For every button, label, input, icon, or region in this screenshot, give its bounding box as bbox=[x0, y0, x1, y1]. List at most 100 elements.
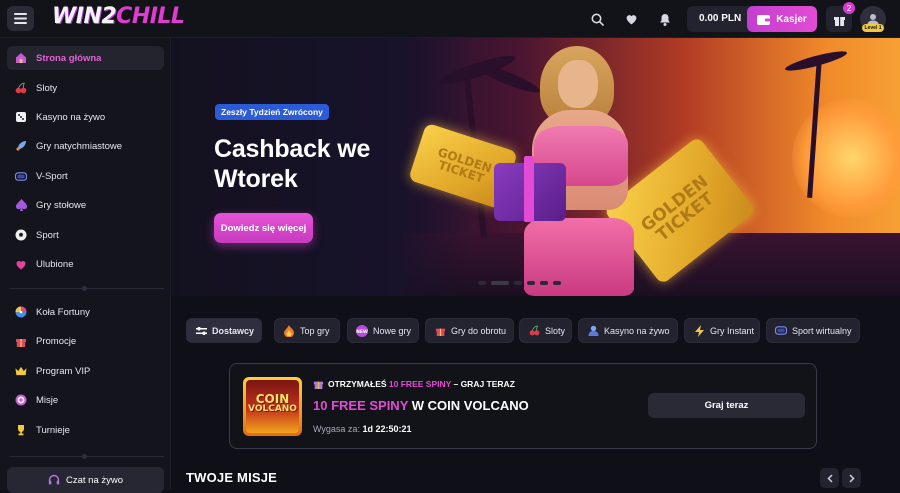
hero-title: Cashback we Wtorek bbox=[214, 135, 371, 193]
chevron-right-icon bbox=[848, 473, 855, 483]
sidebar-item-label: Ulubione bbox=[36, 258, 74, 270]
sidebar-item-vip[interactable]: Program VIP bbox=[7, 359, 164, 383]
missions-prev-button[interactable] bbox=[820, 468, 839, 488]
balance-amount: 0.00 PLN bbox=[699, 13, 742, 24]
sidebar-item-wheels[interactable]: Koła Fortuny bbox=[7, 300, 164, 324]
sidebar-item-label: Gry natychmiastowe bbox=[36, 140, 123, 152]
category-label: Dostawcy bbox=[212, 325, 255, 336]
thumbnail-title-line2: VOLCANO bbox=[248, 404, 297, 414]
sidebar-item-label: Sport bbox=[36, 229, 59, 241]
sidebar-item-missions[interactable]: Misje bbox=[7, 388, 164, 412]
category-label: Top gry bbox=[300, 325, 330, 336]
carousel-dot[interactable] bbox=[527, 281, 535, 285]
gift-icon bbox=[434, 325, 446, 337]
present-icon bbox=[313, 381, 324, 389]
lightning-icon bbox=[693, 324, 705, 337]
carousel-dot[interactable] bbox=[514, 281, 522, 285]
home-icon bbox=[15, 52, 27, 64]
live-chat-label: Czat na żywo bbox=[65, 474, 124, 486]
thumbnail-title: COIN VOLCANO bbox=[243, 393, 302, 414]
bell-icon bbox=[660, 13, 670, 26]
search-icon bbox=[591, 13, 604, 26]
cashier-label: Kasjer bbox=[776, 13, 807, 25]
category-wager-games[interactable]: Gry do obrotu bbox=[425, 318, 514, 343]
gift-button[interactable]: 2 bbox=[826, 2, 855, 32]
logo[interactable]: WIN2CHILL bbox=[52, 4, 185, 29]
sidebar-item-tournaments[interactable]: Turnieje bbox=[7, 418, 164, 442]
chevron-left-icon bbox=[826, 473, 833, 483]
category-new-games[interactable]: NEW Nowe gry bbox=[347, 318, 419, 343]
carousel-dot[interactable] bbox=[540, 281, 548, 285]
category-top-games[interactable]: Top gry bbox=[274, 318, 340, 343]
carousel-dot[interactable] bbox=[553, 281, 561, 285]
sidebar-item-label: V-Sport bbox=[36, 170, 68, 182]
search-button[interactable] bbox=[587, 9, 607, 29]
category-label: Nowe gry bbox=[373, 325, 412, 336]
gift-icon bbox=[15, 335, 27, 347]
expiry-countdown: 1d 22:50:21 bbox=[362, 424, 412, 434]
category-providers[interactable]: Dostawcy bbox=[186, 318, 262, 343]
carousel-dots bbox=[478, 281, 561, 285]
top-bar: WIN2CHILL 0.00 PLN Kasjer 2 Level 1 bbox=[0, 0, 900, 38]
promo-title-highlight: 10 FREE SPINY bbox=[313, 398, 409, 413]
football-icon bbox=[15, 229, 27, 241]
game-thumbnail[interactable]: COIN VOLCANO bbox=[243, 377, 302, 436]
hero-tag: Zeszły Tydzień Zwrócony bbox=[215, 104, 329, 120]
sidebar-item-label: Promocje bbox=[36, 335, 77, 347]
menu-button[interactable] bbox=[7, 6, 34, 31]
category-slots[interactable]: Sloty bbox=[519, 318, 572, 343]
cherry-icon bbox=[15, 82, 27, 94]
sidebar-item-slots[interactable]: Sloty bbox=[7, 76, 164, 100]
category-label: Sloty bbox=[545, 325, 566, 336]
category-instant-games[interactable]: Gry Instant bbox=[684, 318, 760, 343]
promo-expiry: Wygasa za: 1d 22:50:21 bbox=[313, 424, 411, 434]
sidebar-item-vsport[interactable]: V-Sport bbox=[7, 164, 164, 188]
hero-banner[interactable]: GOLDEN TICKET GOLDEN TICKET Zeszły Tydzi… bbox=[172, 38, 900, 296]
carousel-dot-active[interactable] bbox=[491, 281, 509, 285]
sidebar-item-instant-games[interactable]: Gry natychmiastowe bbox=[7, 134, 164, 158]
fire-icon bbox=[283, 324, 295, 337]
crown-icon bbox=[15, 365, 27, 377]
promo-header-suffix: – GRAJ TERAZ bbox=[451, 378, 515, 389]
dealer-icon bbox=[587, 325, 599, 337]
sidebar-item-promotions[interactable]: Promocje bbox=[7, 329, 164, 353]
sidebar-item-table-games[interactable]: Gry stołowe bbox=[7, 193, 164, 217]
category-live-casino[interactable]: Kasyno na żywo bbox=[578, 318, 678, 343]
hero-cta-button[interactable]: Dowiedz się więcej bbox=[214, 213, 313, 243]
level-badge: Level 1 bbox=[862, 24, 884, 32]
category-label: Gry do obrotu bbox=[451, 325, 507, 336]
spade-icon bbox=[15, 199, 27, 211]
svg-text:NEW: NEW bbox=[356, 328, 368, 334]
sidebar-item-live-casino[interactable]: Kasyno na żywo bbox=[7, 105, 164, 129]
category-label: Sport wirtualny bbox=[792, 325, 852, 336]
category-virtual-sport[interactable]: Sport wirtualny bbox=[766, 318, 860, 343]
logo-part-2: CHILL bbox=[116, 4, 185, 29]
sidebar-item-favorites[interactable]: Ulubione bbox=[7, 252, 164, 276]
favorites-button[interactable] bbox=[621, 9, 641, 29]
play-now-button[interactable]: Graj teraz bbox=[648, 393, 805, 418]
sidebar-item-label: Gry stołowe bbox=[36, 199, 87, 211]
cashier-button[interactable]: Kasjer bbox=[747, 6, 817, 32]
sidebar-item-sport[interactable]: Sport bbox=[7, 223, 164, 247]
promo-title: 10 FREE SPINY W COIN VOLCANO bbox=[313, 398, 529, 413]
sidebar: Strona główna Sloty Kasyno na żywo Gry n… bbox=[0, 38, 171, 490]
gift-count-badge: 2 bbox=[843, 2, 855, 14]
carousel-dot[interactable] bbox=[478, 281, 486, 285]
notifications-button[interactable] bbox=[655, 9, 675, 29]
missions-next-button[interactable] bbox=[842, 468, 861, 488]
live-chat-button[interactable]: Czat na żywo bbox=[7, 467, 164, 493]
hamburger-icon bbox=[14, 13, 27, 24]
promo-header: OTRZYMAŁEŚ 10 FREE SPINY – GRAJ TERAZ bbox=[313, 378, 515, 389]
balance-box[interactable]: 0.00 PLN Kasjer bbox=[687, 6, 817, 32]
hero-sun bbox=[792, 98, 900, 218]
sidebar-item-label: Koła Fortuny bbox=[36, 306, 90, 318]
sidebar-divider bbox=[10, 288, 164, 289]
heart-icon bbox=[626, 15, 636, 25]
sidebar-item-home[interactable]: Strona główna bbox=[7, 46, 164, 70]
headset-icon bbox=[48, 474, 60, 485]
sidebar-divider bbox=[10, 456, 164, 457]
cherry-icon bbox=[528, 325, 540, 337]
sidebar-item-label: Strona główna bbox=[36, 52, 102, 64]
expiry-label: Wygasa za: bbox=[313, 424, 363, 434]
divider-dot bbox=[82, 286, 87, 291]
